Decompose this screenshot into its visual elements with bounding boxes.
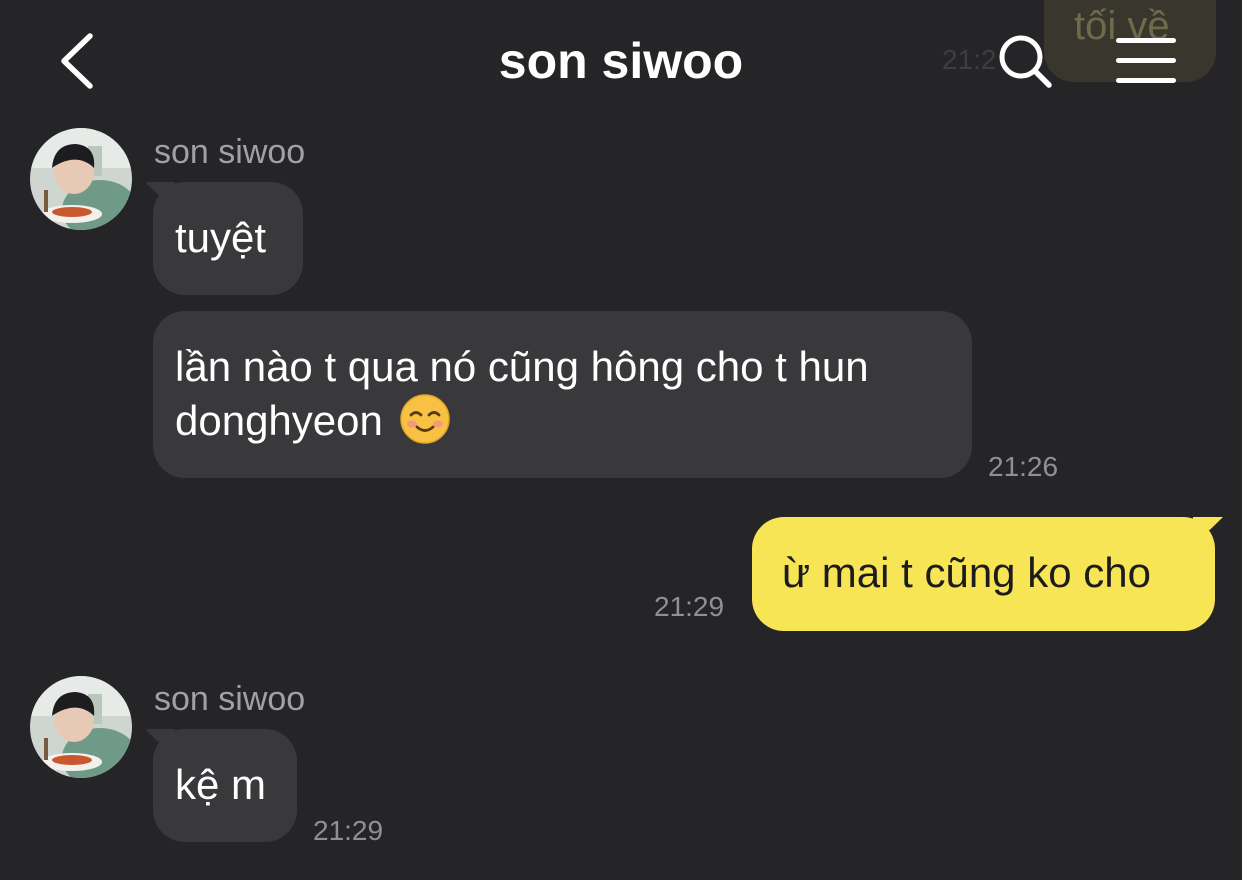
search-button[interactable] bbox=[994, 30, 1058, 94]
avatar[interactable] bbox=[30, 676, 132, 778]
hamburger-menu-icon bbox=[1116, 78, 1176, 83]
message-timestamp: 21:29 bbox=[654, 591, 725, 622]
menu-button[interactable] bbox=[1110, 34, 1182, 88]
back-button[interactable] bbox=[52, 28, 112, 94]
message-text: tuyệt bbox=[175, 214, 267, 261]
profile-photo bbox=[30, 128, 132, 230]
search-icon bbox=[999, 35, 1052, 88]
message-text: ừ mai t cũng ko cho bbox=[782, 549, 1151, 596]
scrolled-message-time: 21:2 bbox=[942, 44, 997, 75]
hamburger-menu-icon bbox=[1116, 58, 1176, 63]
chevron-left-icon bbox=[61, 33, 93, 89]
chat-header: tối về 21:2 son siwoo bbox=[0, 0, 1242, 120]
incoming-message-bubble[interactable]: lần nào t qua nó cũng hông cho t hun don… bbox=[153, 311, 972, 478]
smiling-face-emoji-icon bbox=[399, 394, 450, 444]
message-timestamp: 21:26 bbox=[988, 451, 1059, 482]
message-timestamp: 21:29 bbox=[313, 815, 384, 846]
sender-name: son siwoo bbox=[154, 680, 306, 718]
outgoing-message-bubble[interactable]: ừ mai t cũng ko cho bbox=[752, 517, 1215, 631]
incoming-message-bubble[interactable]: tuyệt bbox=[153, 182, 303, 295]
message-text: kệ m bbox=[175, 761, 267, 808]
message-text-line: donghyeon bbox=[175, 397, 383, 444]
incoming-message-bubble[interactable]: kệ m bbox=[153, 729, 297, 842]
sender-name: son siwoo bbox=[154, 133, 306, 171]
hamburger-menu-icon bbox=[1116, 38, 1176, 43]
message-text-line: lần nào t qua nó cũng hông cho t hun bbox=[175, 343, 869, 390]
profile-photo bbox=[30, 676, 132, 778]
avatar[interactable] bbox=[30, 128, 132, 230]
